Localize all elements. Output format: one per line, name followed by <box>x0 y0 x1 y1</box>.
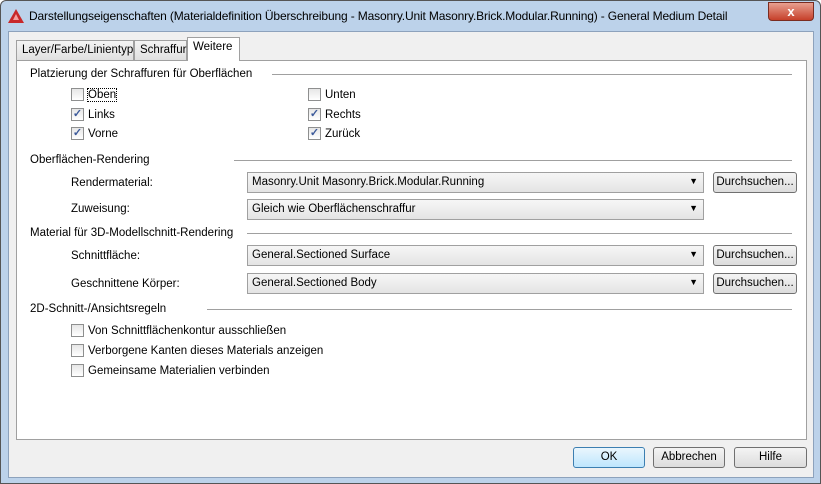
check-icon[interactable]: ✓ <box>308 127 321 140</box>
section-body-dropdown[interactable]: General.Sectioned Body ▼ <box>247 273 704 294</box>
divider <box>234 160 792 161</box>
divider <box>272 74 792 75</box>
check-icon[interactable]: ✓ <box>71 127 84 140</box>
tab-panel-weitere: Platzierung der Schraffuren für Oberfläc… <box>16 60 807 440</box>
surface-heading: Oberflächen-Rendering <box>30 154 150 166</box>
checkbox-box[interactable] <box>308 88 321 101</box>
section-body-browse-button[interactable]: Durchsuchen... <box>713 273 797 294</box>
checkbox-rechts[interactable]: ✓ Rechts <box>308 108 361 121</box>
checkbox-vorne[interactable]: ✓ Vorne <box>71 127 118 140</box>
ok-button[interactable]: OK <box>573 447 645 468</box>
checkbox-zurueck[interactable]: ✓ Zurück <box>308 127 360 140</box>
chevron-down-icon: ▼ <box>689 277 698 287</box>
placement-heading: Platzierung der Schraffuren für Oberfläc… <box>30 68 253 80</box>
divider <box>247 233 792 234</box>
checkbox-merge-materials[interactable]: Gemeinsame Materialien verbinden <box>71 364 270 377</box>
checkbox-oben[interactable]: Oben <box>71 87 118 102</box>
section-surface-browse-button[interactable]: Durchsuchen... <box>713 245 797 266</box>
render-browse-button[interactable]: Durchsuchen... <box>713 172 797 193</box>
tab-layer-farbe-linientyp[interactable]: Layer/Farbe/Linientyp <box>16 40 134 60</box>
checkbox-hidden-edges[interactable]: Verborgene Kanten dieses Materials anzei… <box>71 344 323 357</box>
checkbox-links[interactable]: ✓ Links <box>71 108 115 121</box>
dialog-client: Layer/Farbe/Linientyp Schraffur Weitere … <box>8 31 814 478</box>
section-surface-dropdown[interactable]: General.Sectioned Surface ▼ <box>247 245 704 266</box>
help-button[interactable]: Hilfe <box>734 447 807 468</box>
render-material-label: Rendermaterial: <box>71 177 153 189</box>
checkbox-unten[interactable]: Unten <box>308 88 356 101</box>
checkbox-box[interactable] <box>71 324 84 337</box>
tab-schraffur[interactable]: Schraffur <box>134 40 187 60</box>
checkbox-exclude-contour[interactable]: Von Schnittflächenkontur ausschließen <box>71 324 286 337</box>
assignment-label: Zuweisung: <box>71 203 130 215</box>
render-material-dropdown[interactable]: Masonry.Unit Masonry.Brick.Modular.Runni… <box>247 172 704 193</box>
check-icon[interactable]: ✓ <box>71 108 84 121</box>
section-body-label: Geschnittene Körper: <box>71 278 180 290</box>
section3d-heading: Material für 3D-Modellschnitt-Rendering <box>30 227 234 239</box>
checkbox-box[interactable] <box>71 364 84 377</box>
check-icon[interactable]: ✓ <box>308 108 321 121</box>
tab-weitere[interactable]: Weitere <box>187 37 240 61</box>
chevron-down-icon: ▼ <box>689 249 698 259</box>
close-button[interactable]: x <box>768 2 814 21</box>
checkbox-box[interactable] <box>71 88 84 101</box>
cancel-button[interactable]: Abbrechen <box>653 447 725 468</box>
chevron-down-icon: ▼ <box>689 203 698 213</box>
assignment-dropdown[interactable]: Gleich wie Oberflächenschraffur ▼ <box>247 199 704 220</box>
divider <box>207 309 792 310</box>
checkbox-box[interactable] <box>71 344 84 357</box>
rules2d-heading: 2D-Schnitt-/Ansichtsregeln <box>30 303 167 315</box>
dialog-window: Darstellungseigenschaften (Materialdefin… <box>0 0 821 484</box>
section-surface-label: Schnittfläche: <box>71 250 141 262</box>
autocad-logo-icon <box>8 9 24 23</box>
chevron-down-icon: ▼ <box>689 176 698 186</box>
window-title: Darstellungseigenschaften (Materialdefin… <box>29 9 728 23</box>
